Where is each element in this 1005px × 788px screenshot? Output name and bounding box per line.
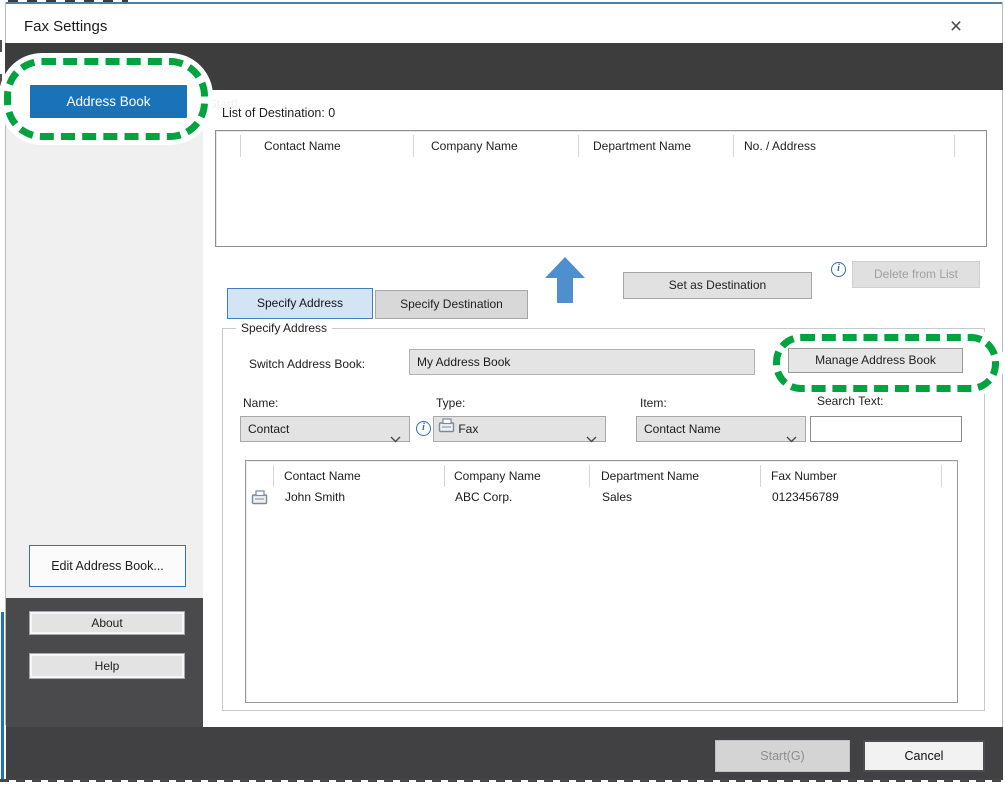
tab-specify-address[interactable]: Specify Address	[227, 288, 373, 319]
name-select[interactable]: Contact	[240, 416, 410, 442]
column-separator	[240, 135, 241, 157]
chevron-down-icon	[786, 427, 797, 451]
manage-address-book-button[interactable]: Manage Address Book	[788, 348, 963, 373]
chevron-down-icon	[586, 427, 597, 451]
column-header-department-name[interactable]: Department Name	[593, 139, 691, 153]
destination-list-title: List of Destination: 0	[222, 106, 335, 120]
tab-specify-destination[interactable]: Specify Destination	[375, 290, 528, 319]
column-separator	[273, 465, 274, 487]
type-select[interactable]: Fax	[433, 416, 606, 442]
name-select-value: Contact	[248, 422, 289, 436]
item-label: Item:	[640, 396, 667, 410]
type-select-value: Fax	[458, 422, 478, 436]
column-header-contact-name[interactable]: Contact Name	[264, 139, 341, 153]
about-button[interactable]: About	[29, 611, 185, 635]
up-arrow-icon	[545, 257, 585, 308]
column-separator	[444, 465, 445, 487]
column-separator	[941, 465, 942, 487]
switch-address-book-label: Switch Address Book:	[249, 357, 365, 371]
window-right-border	[1002, 2, 1003, 780]
column-header-fax-number[interactable]: Fax Number	[771, 469, 837, 483]
sidebar	[6, 90, 203, 598]
close-icon[interactable]: ×	[942, 14, 970, 40]
fax-icon	[438, 417, 455, 432]
column-separator	[589, 465, 590, 487]
info-icon[interactable]: i	[416, 421, 431, 436]
column-header-no-address[interactable]: No. / Address	[744, 139, 816, 153]
name-label: Name:	[243, 396, 278, 410]
type-label: Type:	[436, 396, 465, 410]
cell-company-name: ABC Corp.	[455, 490, 512, 504]
sidebar-item-address-book[interactable]: Address Book	[30, 85, 187, 118]
chevron-down-icon	[390, 427, 401, 451]
column-separator	[413, 135, 414, 157]
address-book-table[interactable]: Contact Name Company Name Department Nam…	[245, 460, 958, 703]
item-select[interactable]: Contact Name	[636, 416, 806, 442]
clipped-artifact-blue-strip	[1, 612, 4, 779]
switch-address-book-field: My Address Book	[409, 349, 755, 375]
set-as-destination-button[interactable]: Set as Destination	[623, 272, 812, 299]
destination-table[interactable]: Contact Name Company Name Department Nam…	[215, 130, 987, 247]
specify-address-group-title: Specify Address	[236, 321, 332, 335]
fax-settings-dialog: Fax Settings × d then press [Start]. Add…	[0, 0, 1005, 788]
table-row[interactable]: John Smith ABC Corp. Sales 0123456789	[247, 487, 947, 509]
column-header-company-name[interactable]: Company Name	[431, 139, 518, 153]
help-button[interactable]: Help	[29, 653, 185, 679]
cell-contact-name: John Smith	[285, 490, 345, 504]
column-separator	[578, 135, 579, 157]
search-text-label: Search Text:	[817, 394, 883, 408]
window-title: Fax Settings	[24, 18, 107, 35]
cancel-button[interactable]: Cancel	[863, 740, 985, 772]
column-header-company-name[interactable]: Company Name	[454, 469, 541, 483]
fax-icon	[251, 490, 268, 505]
item-select-value: Contact Name	[644, 422, 721, 436]
edit-address-book-button[interactable]: Edit Address Book...	[29, 545, 186, 587]
cell-fax-number: 0123456789	[772, 490, 839, 504]
clipped-artifact-left	[0, 40, 2, 52]
title-bar: Fax Settings ×	[6, 4, 1002, 43]
search-input[interactable]	[810, 416, 962, 442]
column-separator	[760, 465, 761, 487]
info-icon[interactable]: i	[831, 262, 846, 277]
column-header-contact-name[interactable]: Contact Name	[284, 469, 361, 483]
column-separator	[733, 135, 734, 157]
clipped-artifact-left	[0, 74, 2, 86]
start-button[interactable]: Start(G)	[715, 740, 850, 772]
cell-department-name: Sales	[602, 490, 632, 504]
column-separator	[954, 135, 955, 157]
column-header-department-name[interactable]: Department Name	[601, 469, 699, 483]
clipped-text-artifact-bottom	[0, 779, 1005, 782]
footer-bar	[6, 727, 1003, 780]
delete-from-list-button[interactable]: Delete from List	[852, 261, 980, 288]
